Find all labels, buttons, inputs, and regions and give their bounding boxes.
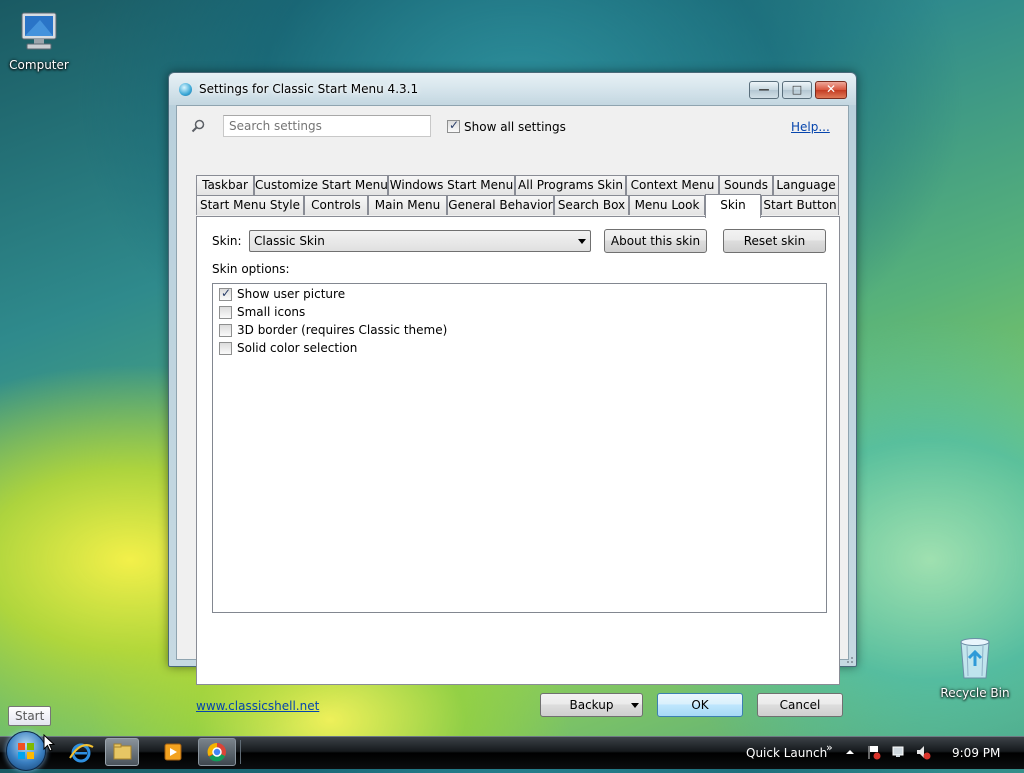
tab-start-button[interactable]: Start Button (761, 195, 839, 215)
option-checkbox[interactable]: ✓ (219, 286, 232, 301)
about-skin-button[interactable]: About this skin (604, 229, 707, 253)
option-label[interactable]: Solid color selection (237, 341, 357, 355)
media-player-icon[interactable] (156, 738, 190, 766)
skin-label: Skin: (212, 234, 242, 248)
maximize-button[interactable]: □ (782, 81, 812, 99)
tab-sounds[interactable]: Sounds (719, 175, 773, 195)
chevron-down-icon (578, 239, 586, 244)
window-title: Settings for Classic Start Menu 4.3.1 (199, 82, 419, 96)
recycle-bin-icon (960, 638, 990, 679)
checkmark-icon: ✓ (449, 118, 460, 132)
ok-button[interactable]: OK (657, 693, 743, 717)
computer-icon (21, 12, 57, 50)
maximize-icon: □ (791, 83, 803, 96)
quick-launch-label[interactable]: Quick Launch (746, 746, 827, 760)
tab-customize-start-menu[interactable]: Customize Start Menu (254, 175, 388, 195)
option-checkbox[interactable] (219, 306, 232, 319)
backup-button[interactable]: Backup (540, 693, 643, 717)
skin-select[interactable]: Classic Skin (249, 230, 591, 252)
option-checkbox[interactable] (219, 342, 232, 355)
close-button[interactable]: ✕ (815, 81, 847, 99)
title-bar[interactable]: Settings for Classic Start Menu 4.3.1 — … (169, 73, 856, 105)
option-label[interactable]: Small icons (237, 305, 305, 319)
show-all-settings-checkbox[interactable]: ✓ (447, 118, 460, 133)
desktop-icon-label: Computer (9, 58, 69, 72)
tab-menu-look[interactable]: Menu Look (629, 195, 705, 215)
settings-window: Settings for Classic Start Menu 4.3.1 — … (168, 72, 857, 717)
windows-logo-icon (18, 743, 34, 759)
internet-explorer-icon[interactable] (64, 738, 98, 766)
mouse-cursor-icon (43, 734, 55, 752)
desktop-icon-recycle-bin[interactable]: Recycle Bin (937, 636, 1013, 700)
network-icon[interactable] (891, 744, 907, 760)
tab-main-menu[interactable]: Main Menu (368, 195, 447, 215)
chrome-icon (207, 742, 226, 762)
tab-all-programs-skin[interactable]: All Programs Skin (515, 175, 626, 195)
minimize-icon: — (758, 83, 770, 96)
dropdown-arrow-icon (631, 703, 639, 708)
clock[interactable]: 9:09 PM (952, 746, 1000, 760)
tab-skin[interactable]: Skin (705, 194, 761, 218)
option-checkbox[interactable] (219, 324, 232, 337)
taskbar-divider (240, 740, 241, 764)
search-icon (191, 119, 205, 133)
minimize-button[interactable]: — (749, 81, 779, 99)
show-all-settings-label: Show all settings (464, 120, 566, 134)
start-tooltip: Start (8, 706, 52, 726)
desktop-icon-label: Recycle Bin (940, 686, 1010, 700)
help-link[interactable]: Help... (791, 120, 830, 134)
tab-search-box[interactable]: Search Box (554, 195, 629, 215)
tab-start-menu-style[interactable]: Start Menu Style (196, 195, 304, 215)
website-link[interactable]: www.classicshell.net (196, 699, 319, 713)
tab-windows-start-menu[interactable]: Windows Start Menu (388, 175, 515, 195)
show-hidden-icons-icon[interactable] (845, 747, 855, 757)
action-center-flag-icon[interactable] (866, 744, 882, 760)
tab-language[interactable]: Language (773, 175, 839, 195)
volume-muted-icon[interactable] (915, 744, 931, 760)
folder-icon (113, 743, 132, 760)
tab-general-behavior[interactable]: General Behavior (447, 195, 554, 215)
backup-label: Backup (569, 698, 614, 712)
option-label[interactable]: Show user picture (237, 287, 345, 301)
start-button[interactable] (6, 731, 46, 771)
resize-grip-icon[interactable] (844, 654, 854, 664)
explorer-taskbar-button[interactable] (105, 738, 139, 766)
option-label[interactable]: 3D border (requires Classic theme) (237, 323, 447, 337)
settings-client-area: ✓ Show all settings Help... Taskbar Cust… (176, 105, 849, 717)
tab-taskbar[interactable]: Taskbar (196, 175, 254, 195)
reset-skin-button[interactable]: Reset skin (723, 229, 826, 253)
classic-shell-icon (179, 83, 192, 96)
tab-controls[interactable]: Controls (304, 195, 368, 215)
tab-context-menu[interactable]: Context Menu (626, 175, 719, 195)
search-input[interactable] (223, 115, 431, 137)
close-icon: ✕ (825, 82, 837, 96)
quick-launch-chevron-icon[interactable]: » (826, 741, 833, 754)
desktop-icon-computer[interactable]: Computer (1, 10, 77, 72)
skin-options-list: ✓ Show user picture Small icons 3D borde… (212, 283, 827, 613)
skin-select-value: Classic Skin (254, 234, 325, 248)
chrome-taskbar-button[interactable] (198, 738, 236, 766)
checkmark-icon: ✓ (221, 286, 232, 300)
skin-options-label: Skin options: (212, 262, 290, 276)
cancel-button[interactable]: Cancel (757, 693, 843, 717)
